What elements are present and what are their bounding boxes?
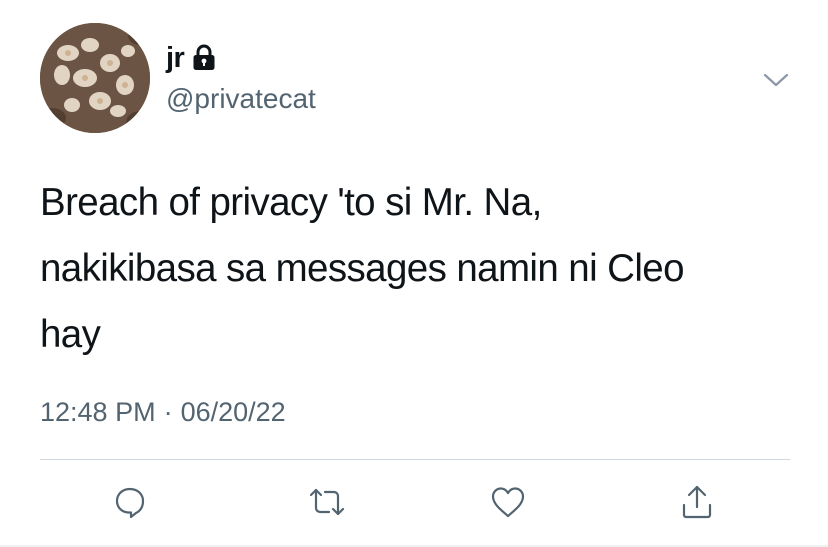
name-row: jr [166,40,216,76]
retweet-button[interactable] [301,476,353,528]
retweet-icon [307,484,347,520]
reply-icon [112,484,148,520]
display-name[interactable]: jr [166,40,185,76]
tweet-date[interactable]: 06/20/22 [181,395,286,429]
lock-icon [192,44,216,72]
tweet-text-line: nakikibasa sa messages namin ni Cleo [40,247,685,290]
tweet-detail: jr @privatecat Breach of privacy 'to si … [0,0,828,547]
meta-separator: · [163,397,173,427]
avatar[interactable] [40,23,150,133]
share-icon [679,483,715,521]
like-button[interactable] [482,476,534,528]
divider [40,459,790,460]
tweet-text-line: hay [40,313,101,356]
avatar-image [40,23,150,133]
handle[interactable]: @privatecat [166,82,316,116]
heart-icon [489,484,527,520]
tweet-text-line: Breach of privacy 'to si Mr. Na, [40,181,542,224]
tweet-time[interactable]: 12:48 PM [40,395,156,429]
reply-button[interactable] [104,476,156,528]
share-button[interactable] [671,476,723,528]
tweet-meta: 12:48 PM · 06/20/22 [40,395,286,429]
chevron-down-icon[interactable] [760,64,792,96]
tweet-text: Breach of privacy 'to si Mr. Na, nakikiba… [40,170,810,368]
action-bar [0,476,828,528]
